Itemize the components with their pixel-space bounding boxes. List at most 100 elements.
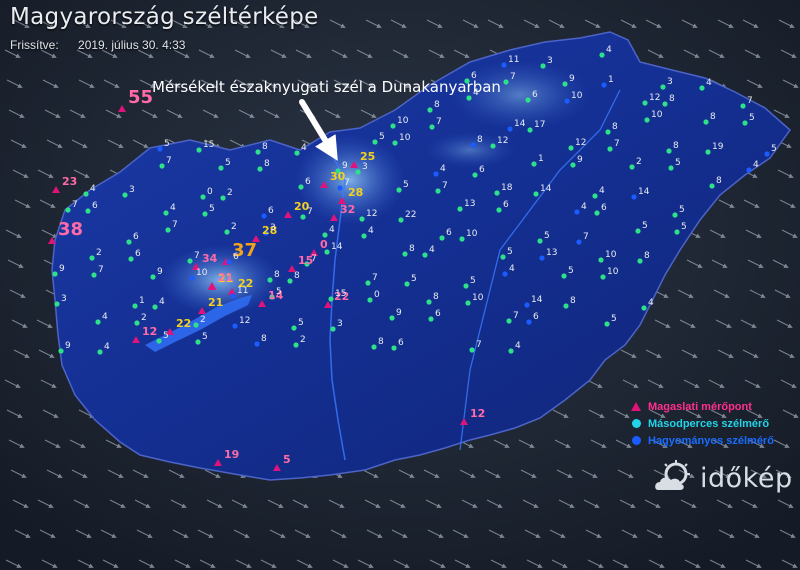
station-label: 8: [262, 142, 268, 152]
station-dot: [65, 207, 71, 213]
station-label: 12: [649, 93, 660, 103]
legend-label: Hagyományos szélmérő: [648, 434, 774, 447]
station-dot: [740, 103, 746, 109]
station-dot: [195, 339, 201, 345]
station-dot: [150, 274, 156, 280]
station-label: 6: [446, 228, 452, 238]
station-label: 12: [239, 316, 250, 326]
station-label: 17: [534, 120, 545, 130]
station-dot: [128, 256, 134, 262]
updated-row: Frissítve: 2019. július 30. 4:33: [10, 38, 185, 52]
station-label: 2: [96, 248, 102, 258]
station-label: 3: [667, 77, 673, 87]
legend: Magaslati mérőpont Másodperces szélmérő …: [630, 398, 774, 449]
station-label: 10: [472, 293, 484, 303]
station-dot: [54, 301, 60, 307]
station-dot: [660, 84, 666, 90]
station-label: 7: [372, 273, 378, 283]
station-label: 4: [329, 225, 335, 235]
station-label: 5: [202, 332, 208, 342]
station-label: 5: [298, 318, 304, 328]
station-label: 7: [513, 311, 519, 321]
station-label: 8: [261, 334, 267, 344]
station-dot: [506, 318, 512, 324]
station-label: 7: [172, 220, 178, 230]
station-label: 2: [231, 222, 237, 232]
station-dot: [527, 127, 533, 133]
station-label: 10: [466, 229, 478, 239]
station-label: 6: [533, 312, 539, 322]
station-label: 12: [497, 136, 508, 146]
station-dot: [371, 344, 377, 350]
station-label: 5: [163, 331, 169, 341]
station-label: 10: [397, 116, 409, 126]
station-label: 9: [59, 264, 65, 274]
station-dot: [459, 236, 465, 242]
station-dot: [187, 258, 193, 264]
station-label: 13: [546, 248, 557, 258]
station-label: 8: [264, 159, 270, 169]
station-label: 8: [434, 100, 440, 110]
station-dot: [152, 304, 158, 310]
station-label: 8: [378, 337, 384, 347]
station-label: 4: [90, 184, 96, 194]
station-dot: [561, 273, 567, 279]
station-label: 10: [399, 133, 411, 143]
station-dot: [668, 165, 674, 171]
station-label: 14: [331, 242, 343, 252]
idokep-logo: időkép: [652, 460, 793, 496]
station-dot: [599, 52, 605, 58]
station-label: 5: [164, 139, 170, 149]
station-dot: [562, 81, 568, 87]
station-label: 5: [411, 274, 417, 284]
high-wind-label: 21: [208, 296, 223, 309]
station-label: 8: [644, 251, 650, 261]
station-label: 6: [268, 206, 274, 216]
station-dot: [601, 82, 607, 88]
station-dot: [672, 212, 678, 218]
station-label: 7: [307, 207, 313, 217]
high-wind-label: 38: [58, 219, 83, 240]
high-wind-label: 21: [218, 271, 233, 284]
station-dot: [226, 259, 232, 265]
station-label: 4: [606, 45, 612, 55]
station-label: 5: [225, 158, 231, 168]
station-label: 10: [196, 268, 208, 278]
station-dot: [503, 79, 509, 85]
station-dot: [328, 296, 334, 302]
station-dot: [391, 345, 397, 351]
station-label: 7: [166, 156, 172, 166]
station-dot: [355, 169, 361, 175]
station-label: 8: [710, 112, 716, 122]
station-dot: [294, 150, 300, 156]
station-dot: [574, 209, 580, 215]
station-dot: [470, 142, 476, 148]
station-dot: [300, 214, 306, 220]
station-label: 14: [540, 184, 552, 194]
station-label: 4: [159, 297, 165, 307]
station-dot: [642, 100, 648, 106]
station-label: 7: [747, 96, 753, 106]
station-dot: [134, 320, 140, 326]
high-wind-label: 19: [224, 448, 239, 461]
station-label: 22: [405, 210, 416, 220]
station-dot: [58, 348, 64, 354]
station-dot: [287, 278, 293, 284]
station-dot: [742, 120, 748, 126]
station-label: 0: [374, 290, 380, 300]
station-dot: [404, 281, 410, 287]
station-label: 5: [568, 266, 574, 276]
station-dot: [367, 297, 373, 303]
station-dot: [604, 321, 610, 327]
high-wind-label: 5: [283, 453, 291, 466]
station-dot: [291, 325, 297, 331]
station-dot: [389, 315, 395, 321]
station-dot: [524, 302, 530, 308]
station-dot: [496, 207, 502, 213]
station-label: 10: [607, 267, 619, 277]
station-dot: [644, 117, 650, 123]
station-label: 10: [571, 91, 583, 101]
station-dot: [637, 258, 643, 264]
station-label: 7: [98, 265, 104, 275]
station-label: 1: [538, 154, 544, 164]
